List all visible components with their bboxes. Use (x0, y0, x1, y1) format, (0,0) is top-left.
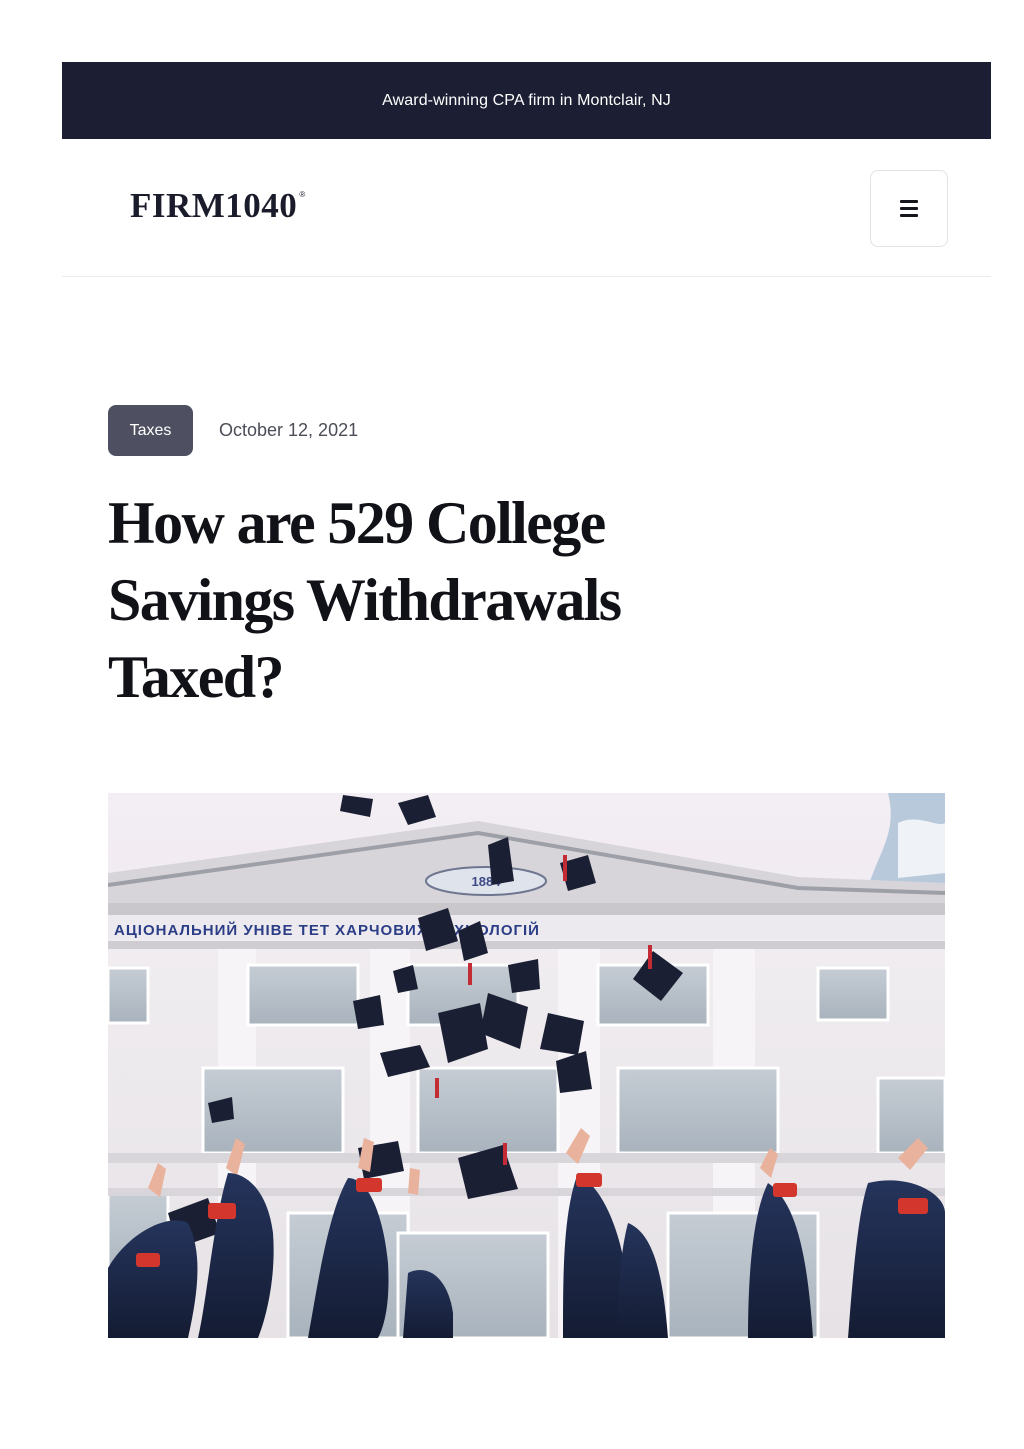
logo-text: FIRM1040 (130, 186, 298, 225)
site-header: FIRM1040 ® (62, 139, 991, 277)
post-date: October 12, 2021 (219, 420, 359, 440)
registered-mark: ® (299, 190, 306, 199)
post-meta: Taxes October 12, 2021 (108, 405, 358, 456)
graduation-photo: 1884 АЦІОНАЛЬНИЙ УНІВЕ ТЕТ ХАРЧОВИХ ТЕХН… (108, 793, 945, 1338)
announcement-text: Award-winning CPA firm in Montclair, NJ (382, 91, 671, 109)
page-frame: Award-winning CPA firm in Montclair, NJ … (62, 62, 991, 277)
announcement-bar: Award-winning CPA firm in Montclair, NJ (62, 62, 991, 139)
category-badge[interactable]: Taxes (108, 405, 193, 456)
site-logo[interactable]: FIRM1040 ® (130, 188, 306, 223)
hamburger-icon (900, 200, 918, 217)
menu-button[interactable] (870, 170, 948, 247)
hero-image: 1884 АЦІОНАЛЬНИЙ УНІВЕ ТЕТ ХАРЧОВИХ ТЕХН… (108, 793, 945, 1338)
post-title: How are 529 College Savings Withdrawals … (108, 490, 622, 710)
